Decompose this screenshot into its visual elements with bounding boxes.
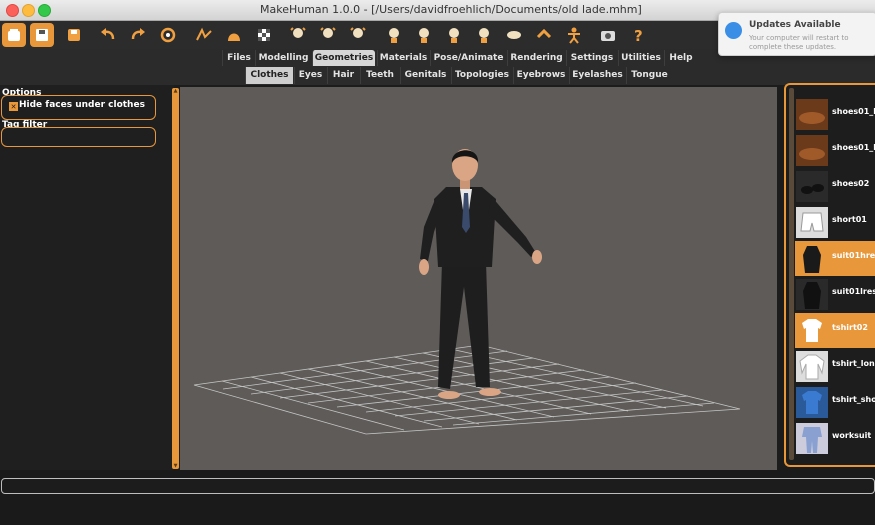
tab-settings[interactable]: Settings	[566, 50, 617, 66]
reset-camera-icon[interactable]	[472, 23, 496, 47]
left-view-icon[interactable]	[346, 23, 370, 47]
minimize-window-button[interactable]	[22, 4, 35, 17]
list-item-label: tshirt_shor	[832, 395, 875, 404]
expression-icon[interactable]	[562, 23, 586, 47]
list-item[interactable]: shoes01_h	[795, 97, 875, 132]
subtab-clothes[interactable]: Clothes	[245, 67, 293, 84]
list-item[interactable]: tshirt_long	[795, 349, 875, 384]
list-item[interactable]: shoes01_h	[795, 133, 875, 168]
tab-rendering[interactable]: Rendering	[507, 50, 565, 66]
list-item-label: suit01hres	[832, 251, 875, 260]
left-scrollbar[interactable]: ▲ ▼	[172, 88, 179, 469]
list-item-label: shoes01_h	[832, 143, 875, 152]
front-view-icon[interactable]	[286, 23, 310, 47]
clothes-list-panel: shoes01_h shoes01_h shoes02 short01 suit…	[784, 83, 875, 467]
list-item-label: tshirt_long	[832, 359, 875, 368]
save-icon[interactable]	[30, 23, 54, 47]
top-view-icon[interactable]	[412, 23, 436, 47]
3d-viewport[interactable]	[180, 87, 777, 470]
checker-icon[interactable]	[252, 23, 276, 47]
redo-icon[interactable]	[126, 23, 150, 47]
list-item[interactable]: shoes02	[795, 169, 875, 204]
export-icon[interactable]	[62, 23, 86, 47]
list-item[interactable]: worksuit	[795, 421, 875, 456]
tab-help[interactable]: Help	[664, 50, 697, 66]
list-item[interactable]: short01	[795, 205, 875, 240]
subtab-hair[interactable]: Hair	[327, 67, 359, 84]
list-item-label: tshirt02	[832, 323, 868, 332]
list-item[interactable]: suit01lres	[795, 277, 875, 312]
subtab-genitals[interactable]: Genitals	[400, 67, 450, 84]
subtab-teeth[interactable]: Teeth	[360, 67, 399, 84]
notification-title: Updates Available	[749, 20, 841, 30]
list-item-label: suit01lres	[832, 287, 875, 296]
bottom-view-icon[interactable]	[442, 23, 466, 47]
list-item[interactable]: tshirt_shor	[795, 385, 875, 420]
human-model	[419, 149, 542, 399]
list-item[interactable]: tshirt02	[795, 313, 875, 348]
right-view-icon[interactable]	[382, 23, 406, 47]
tab-materials[interactable]: Materials	[377, 50, 429, 66]
back-view-icon[interactable]	[316, 23, 340, 47]
update-notification[interactable]: Updates Available Your computer will res…	[718, 12, 875, 56]
clothes-list-scrollbar[interactable]	[789, 88, 794, 460]
options-group: ✕ Hide faces under clothes	[1, 95, 156, 120]
hide-faces-label: Hide faces under clothes	[19, 100, 145, 110]
help-icon[interactable]: ?	[626, 23, 650, 47]
viewport-scene	[193, 149, 741, 435]
tab-files[interactable]: Files	[222, 50, 255, 66]
window-title: MakeHuman 1.0.0 - [/Users/davidfroehlich…	[260, 3, 642, 16]
list-item-label: worksuit	[832, 431, 872, 440]
list-item-label: shoes01_h	[832, 107, 875, 116]
tab-geometries[interactable]: Geometries	[312, 50, 375, 66]
notification-body: Your computer will restart to complete t…	[749, 34, 849, 51]
reset-icon[interactable]	[156, 23, 180, 47]
close-window-button[interactable]	[6, 4, 19, 17]
subtab-eyes[interactable]: Eyes	[294, 67, 326, 84]
tag-filter-group	[1, 127, 156, 147]
list-item-label: shoes02	[832, 179, 870, 188]
svg-text:?: ?	[634, 27, 643, 45]
status-line	[1, 478, 875, 494]
screenshot-icon[interactable]	[596, 23, 620, 47]
subtab-tongue[interactable]: Tongue	[626, 67, 672, 84]
maximize-window-button[interactable]	[38, 4, 51, 17]
hide-faces-checkbox[interactable]: ✕	[9, 102, 18, 111]
left-panel: Options ✕ Hide faces under clothes Tag f…	[0, 85, 174, 470]
tab-utilities[interactable]: Utilities	[618, 50, 663, 66]
skeleton-icon[interactable]	[532, 23, 556, 47]
new-icon[interactable]	[2, 23, 26, 47]
hair-icon[interactable]	[222, 23, 246, 47]
tab-modelling[interactable]: Modelling	[255, 50, 311, 66]
undo-icon[interactable]	[96, 23, 120, 47]
subtab-eyelashes[interactable]: Eyelashes	[569, 67, 625, 84]
tab-pose-animate[interactable]: Pose/Animate	[430, 50, 506, 66]
list-item-label: short01	[832, 215, 867, 224]
smooth-icon[interactable]	[192, 23, 216, 47]
subtab-eyebrows[interactable]: Eyebrows	[513, 67, 568, 84]
subtab-topologies[interactable]: Topologies	[451, 67, 512, 84]
ground-grid	[193, 344, 741, 435]
pose-icon[interactable]	[502, 23, 526, 47]
app-store-icon	[725, 22, 742, 39]
sub-tabs: Clothes Eyes Hair Teeth Genitals Topolog…	[0, 67, 875, 85]
list-item[interactable]: suit01hres	[795, 241, 875, 276]
